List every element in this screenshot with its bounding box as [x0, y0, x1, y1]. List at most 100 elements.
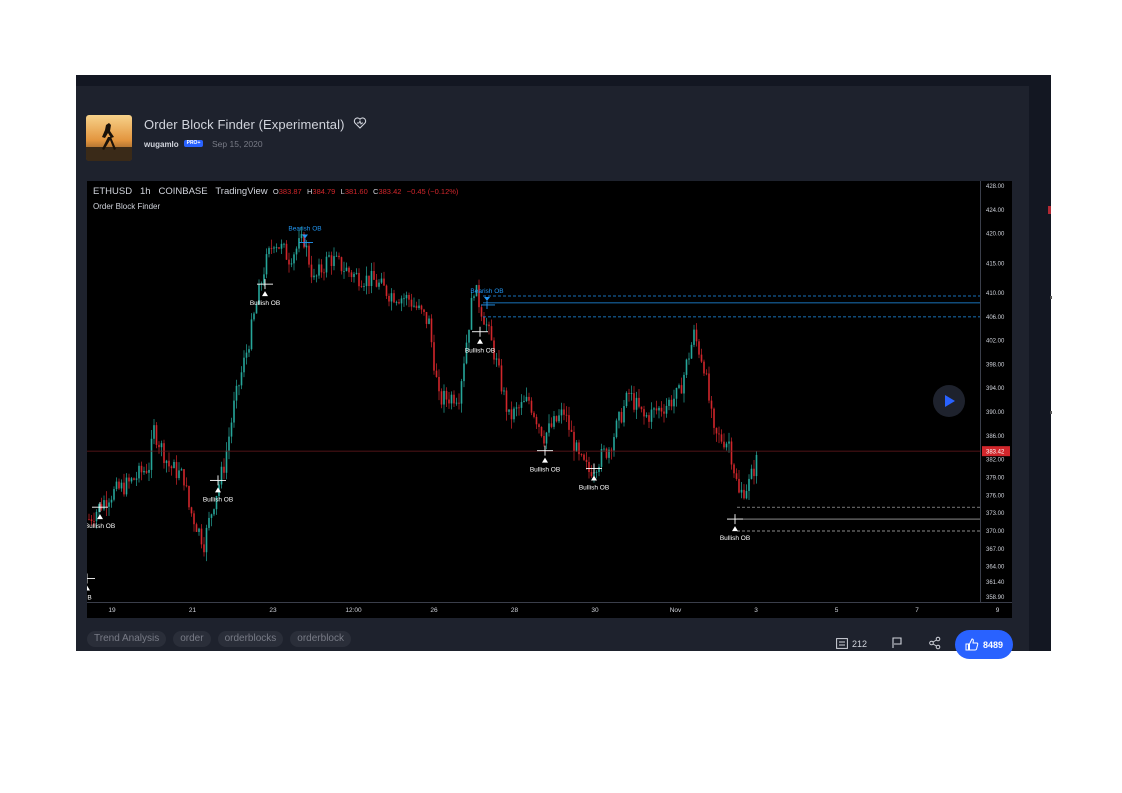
x-tick-label: 12:00 — [345, 607, 362, 614]
tag-orderblock[interactable]: orderblock — [290, 631, 351, 647]
candle-body — [358, 272, 360, 287]
candle-body — [733, 464, 735, 474]
candle-body — [168, 460, 170, 467]
candle-body — [323, 272, 325, 274]
candle-body — [213, 509, 215, 515]
flag-icon[interactable] — [890, 636, 904, 650]
bearish-ob-marker — [484, 296, 490, 301]
tag-order[interactable]: order — [173, 631, 211, 647]
candle-body — [603, 448, 605, 450]
y-tick-label: 367.00 — [986, 547, 1005, 553]
candle-body — [585, 459, 588, 462]
bullish-ob-marker — [262, 291, 268, 297]
tag-trend-analysis[interactable]: Trend Analysis — [87, 631, 167, 647]
candle-body — [228, 436, 230, 451]
candle-body — [200, 528, 203, 545]
candle-body — [688, 358, 690, 360]
open-value: 383.87 — [278, 187, 302, 196]
candle-body — [598, 466, 600, 473]
y-tick-label: 390.00 — [986, 410, 1005, 416]
candle-body — [153, 425, 155, 439]
candle-body — [95, 511, 98, 522]
candle-body — [203, 544, 205, 553]
candle-body — [138, 465, 140, 479]
candle-body — [573, 431, 575, 452]
author-name[interactable]: wugamlo — [144, 140, 179, 149]
like-count: 8489 — [982, 639, 1004, 650]
candle-body — [295, 248, 298, 255]
candle-body — [305, 245, 308, 248]
y-tick-label: 358.90 — [986, 595, 1005, 601]
candle-body — [748, 478, 750, 491]
idea-title[interactable]: Order Block Finder (Experimental) — [144, 117, 345, 132]
tag-orderblocks[interactable]: orderblocks — [217, 631, 284, 647]
y-tick-label: 370.00 — [986, 529, 1005, 535]
candle-body — [245, 352, 248, 358]
high-value: 384.79 — [312, 187, 336, 196]
candle-body — [643, 409, 645, 417]
candle-body — [555, 416, 558, 422]
bullish-ob-marker — [732, 526, 738, 532]
candle-body — [173, 461, 175, 469]
candle-body — [393, 293, 395, 303]
candle-body — [735, 473, 738, 479]
y-tick-label: 406.00 — [986, 315, 1005, 321]
bullish-ob-label: Bullish OB — [530, 467, 560, 474]
candle-body — [415, 305, 418, 309]
share-icon[interactable] — [928, 636, 942, 650]
candle-body — [710, 400, 713, 409]
candle-body — [568, 415, 570, 430]
boost-heart-icon[interactable] — [353, 116, 367, 130]
candle-body — [110, 499, 113, 503]
x-tick-label: 26 — [430, 607, 438, 614]
candle-body — [315, 275, 318, 277]
candle-body — [360, 286, 363, 288]
candle-body — [318, 264, 320, 276]
candle-body — [700, 354, 703, 362]
candle-body — [285, 243, 288, 260]
candle-body — [535, 416, 538, 425]
y-tick-label: 415.00 — [986, 261, 1005, 267]
candle-body — [753, 468, 755, 477]
candle-body — [480, 307, 483, 317]
y-tick-label: 373.00 — [986, 511, 1005, 517]
candle-body — [160, 443, 163, 448]
author-avatar[interactable] — [86, 115, 132, 161]
candle-body — [738, 478, 740, 493]
candle-body — [348, 267, 350, 273]
comment-icon — [836, 638, 848, 649]
comments-button[interactable]: 212 — [836, 638, 867, 649]
candle-body — [690, 344, 693, 359]
candle-body — [328, 255, 330, 257]
candle-body — [595, 472, 598, 473]
y-tick-label: 394.00 — [986, 386, 1005, 392]
candle-body — [695, 329, 698, 342]
chart-area[interactable]: 428.00 424.00 420.00 415.00 410.00 406.00 402.… — [87, 181, 1012, 618]
candle-body — [530, 400, 533, 413]
y-tick-label: 424.00 — [986, 208, 1005, 214]
candle-body — [93, 520, 95, 522]
candle-body — [590, 472, 593, 477]
candle-body — [163, 443, 165, 464]
candle-body — [450, 394, 453, 404]
candle-body — [443, 390, 445, 405]
candle-body — [468, 329, 470, 343]
candle-body — [125, 477, 128, 495]
candle-body — [410, 299, 413, 307]
candle-body — [128, 477, 130, 482]
bullish-ob-label: Bullish OB — [87, 523, 115, 530]
candle-body — [610, 449, 613, 451]
candle-body — [408, 294, 410, 300]
y-tick-label: 379.00 — [986, 475, 1005, 481]
candle-body — [193, 513, 195, 525]
like-button[interactable]: 8489 — [955, 630, 1013, 659]
candle-body — [243, 357, 245, 373]
candle-body — [343, 270, 345, 272]
y-tick-label: 420.00 — [986, 232, 1005, 238]
candle-body — [400, 298, 403, 304]
candle-body — [628, 392, 630, 394]
candle-body — [565, 414, 568, 416]
candle-body — [693, 329, 695, 345]
candle-body — [330, 255, 333, 266]
bullish-ob-label: OB — [87, 595, 92, 602]
